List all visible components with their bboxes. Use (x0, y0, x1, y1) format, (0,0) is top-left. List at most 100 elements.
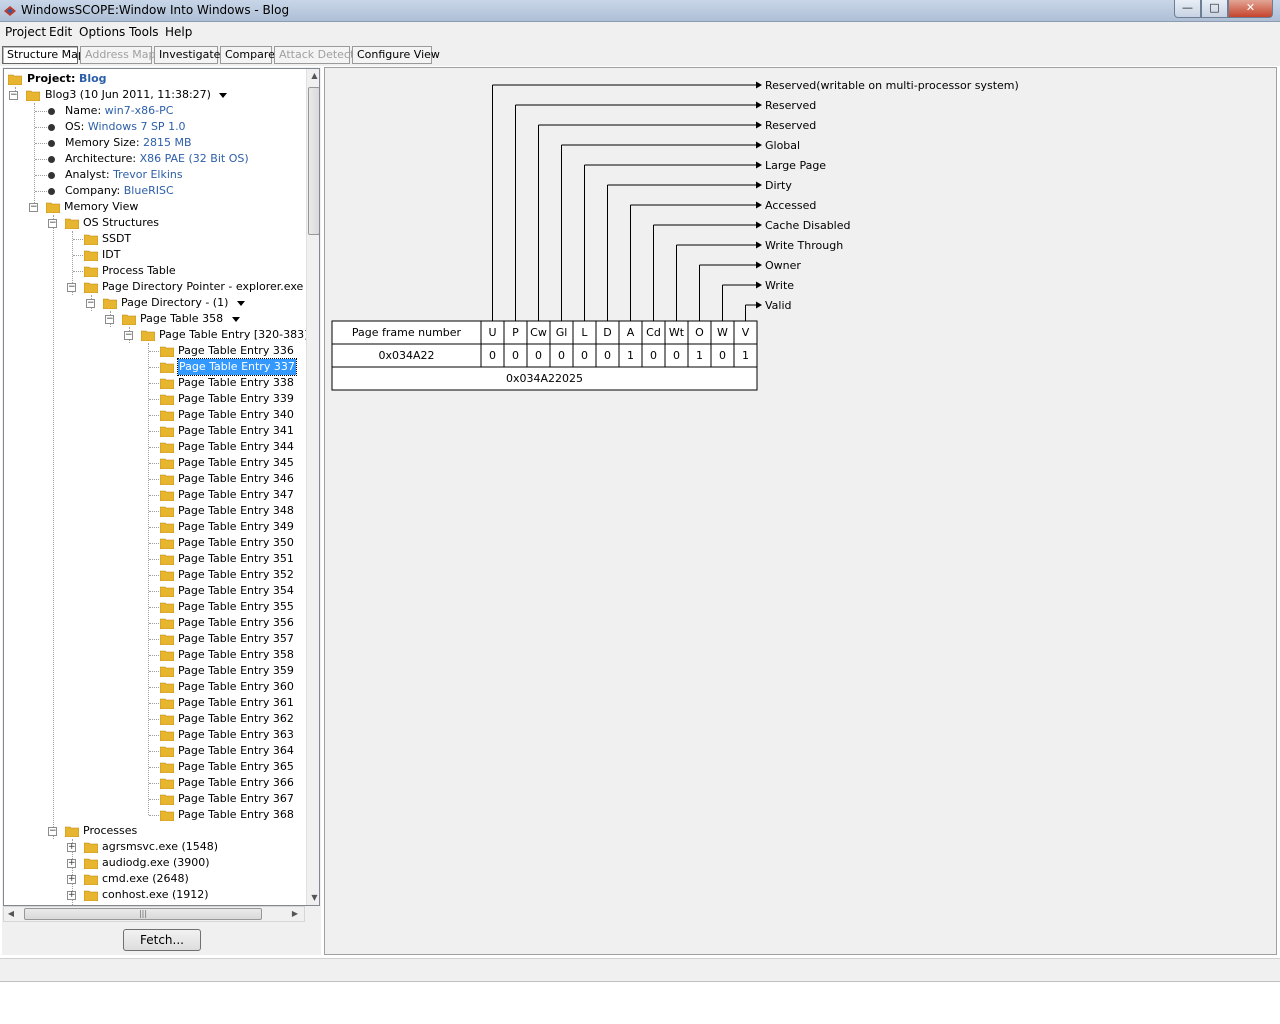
tree-node-property[interactable]: Architecture: X86 PAE (32 Bit OS) (48, 151, 249, 167)
tree-node-processes[interactable]: − Processes (48, 823, 137, 839)
expand-toggle-icon[interactable]: + (67, 859, 76, 868)
property-label: Company: (65, 184, 121, 197)
tab-configure-view[interactable]: Configure View (352, 46, 440, 64)
tree-node-pte[interactable]: Page Table Entry 345 (143, 455, 294, 471)
tree-node-page-directory-pointer[interactable]: − Page Directory Pointer - explorer.exe … (67, 279, 306, 295)
scroll-right-icon[interactable]: ▶ (288, 909, 302, 918)
tab-compare[interactable]: Compare (220, 46, 275, 64)
collapse-toggle-icon[interactable]: − (105, 315, 114, 324)
expand-toggle-icon[interactable]: + (67, 891, 76, 900)
expand-toggle-icon[interactable]: + (67, 875, 76, 884)
tree-node-pte[interactable]: Page Table Entry 367 (143, 791, 294, 807)
tab-address-map[interactable]: Address Map (80, 46, 156, 64)
tree-node-pte[interactable]: Page Table Entry 356 (143, 615, 294, 631)
folder-icon (160, 538, 174, 549)
tree-node-pte[interactable]: Page Table Entry 360 (143, 679, 294, 695)
scroll-left-icon[interactable]: ◀ (4, 909, 18, 918)
tree-node-pte[interactable]: Page Table Entry 352 (143, 567, 294, 583)
pte-label: Page Table Entry 350 (178, 536, 294, 549)
menu-help[interactable]: Help (165, 25, 192, 39)
tree-node-property[interactable]: Memory Size: 2815 MB (48, 135, 192, 151)
menu-options[interactable]: Options (79, 25, 125, 39)
tree-horizontal-scrollbar[interactable]: ◀ ||| ▶ (3, 906, 305, 922)
tree-node-property[interactable]: OS: Windows 7 SP 1.0 (48, 119, 186, 135)
tree-node-pte[interactable]: Page Table Entry 344 (143, 439, 294, 455)
tree-node-pte[interactable]: Page Table Entry 346 (143, 471, 294, 487)
dropdown-arrow-icon[interactable] (231, 316, 240, 322)
maximize-button[interactable]: □ (1201, 0, 1228, 18)
tree-node-process[interactable]: + conhost.exe (1912) (67, 887, 209, 903)
tree-node-page-directory[interactable]: − Page Directory - (1) (86, 295, 245, 311)
tree-node-pte[interactable]: Page Table Entry 347 (143, 487, 294, 503)
tree-node-os-child[interactable]: SSDT (67, 231, 131, 247)
folder-icon (84, 842, 98, 853)
tab-attack-detect[interactable]: Attack Detect (274, 46, 354, 64)
tree-node-pte[interactable]: Page Table Entry 364 (143, 743, 294, 759)
menu-tools[interactable]: Tools (129, 25, 159, 39)
scroll-down-icon[interactable]: ▼ (307, 893, 319, 902)
tree-node-memory-view[interactable]: − Memory View (29, 199, 138, 215)
scroll-up-icon[interactable]: ▲ (307, 71, 319, 80)
tree-node-pte[interactable]: Page Table Entry 339 (143, 391, 294, 407)
collapse-toggle-icon[interactable]: − (86, 299, 95, 308)
tree-node-pte[interactable]: Page Table Entry 351 (143, 551, 294, 567)
collapse-toggle-icon[interactable]: − (9, 91, 18, 100)
tree-node-pte[interactable]: Page Table Entry 362 (143, 711, 294, 727)
menu-edit[interactable]: Edit (49, 25, 72, 39)
tree-node-property[interactable]: Company: BlueRISC (48, 183, 174, 199)
fetch-button[interactable]: Fetch... (123, 929, 201, 951)
tree-node-pte[interactable]: Page Table Entry 355 (143, 599, 294, 615)
tree-node-pte[interactable]: Page Table Entry 349 (143, 519, 294, 535)
dropdown-arrow-icon[interactable] (219, 92, 228, 98)
bit-value: 0 (650, 349, 657, 362)
tree-node-pte[interactable]: Page Table Entry 348 (143, 503, 294, 519)
close-button[interactable]: ✕ (1228, 0, 1273, 18)
tree-node-property[interactable]: Name: win7-x86-PC (48, 103, 173, 119)
tree-node-pte[interactable]: Page Table Entry 354 (143, 583, 294, 599)
collapse-toggle-icon[interactable]: − (48, 219, 57, 228)
expand-toggle-icon[interactable]: + (67, 843, 76, 852)
minimize-button[interactable]: — (1174, 0, 1201, 18)
tree-node-project[interactable]: Project: Blog (8, 71, 107, 87)
tree-node-pte[interactable]: Page Table Entry 350 (143, 535, 294, 551)
collapse-toggle-icon[interactable]: − (67, 283, 76, 292)
tree-node-pte-selected[interactable]: Page Table Entry 337 (143, 358, 297, 376)
tree-node-pte[interactable]: Page Table Entry 361 (143, 695, 294, 711)
tree-node-pte[interactable]: Page Table Entry 358 (143, 647, 294, 663)
tree-node-pte[interactable]: Page Table Entry 363 (143, 727, 294, 743)
pte-detail-panel: Page frame number 0x034A22 0x034A22025 U 0 P 0… (324, 67, 1277, 955)
tree-node-pte[interactable]: Page Table Entry 357 (143, 631, 294, 647)
tree-node-pte[interactable]: Page Table Entry 365 (143, 759, 294, 775)
tab-structure-map[interactable]: Structure Map (2, 46, 85, 64)
frame-header: Page frame number (352, 326, 462, 339)
tree-node-snapshot[interactable]: − Blog3 (10 Jun 2011, 11:38:27) (9, 87, 228, 103)
tree-node-process[interactable]: + audiodg.exe (3900) (67, 855, 210, 871)
tree-node-process[interactable]: + cmd.exe (2648) (67, 871, 189, 887)
tree-node-pte[interactable]: Page Table Entry 368 (143, 807, 294, 823)
menu-project[interactable]: Project (5, 25, 46, 39)
tree-node-pte[interactable]: Page Table Entry 336 (143, 343, 294, 359)
scroll-thumb[interactable]: ||| (24, 908, 262, 920)
folder-icon (160, 458, 174, 469)
folder-icon (103, 298, 117, 309)
tree-node-pte[interactable]: Page Table Entry 338 (143, 375, 294, 391)
tree-node-property[interactable]: Analyst: Trevor Elkins (48, 167, 183, 183)
collapse-toggle-icon[interactable]: − (124, 331, 133, 340)
tree-node-pte[interactable]: Page Table Entry 341 (143, 423, 294, 439)
tree-node-pte[interactable]: Page Table Entry 340 (143, 407, 294, 423)
tree-node-pte-range[interactable]: − Page Table Entry [320-383] (124, 327, 306, 343)
folder-icon (160, 666, 174, 677)
tree-node-pte[interactable]: Page Table Entry 359 (143, 663, 294, 679)
dropdown-arrow-icon[interactable] (236, 300, 245, 306)
tree-node-os-structures[interactable]: − OS Structures (48, 215, 159, 231)
tree-node-os-child[interactable]: IDT (67, 247, 120, 263)
tree-vertical-scrollbar[interactable]: ▲ ▼ (306, 69, 319, 905)
collapse-toggle-icon[interactable]: − (29, 203, 38, 212)
tree-node-pte[interactable]: Page Table Entry 366 (143, 775, 294, 791)
tab-investigate[interactable]: Investigate (154, 46, 220, 64)
tree-node-process[interactable]: + agrsmsvc.exe (1548) (67, 839, 218, 855)
scroll-thumb[interactable] (308, 87, 319, 235)
tree-node-page-table[interactable]: − Page Table 358 (105, 311, 240, 327)
tree-node-os-child[interactable]: Process Table (67, 263, 176, 279)
collapse-toggle-icon[interactable]: − (48, 827, 57, 836)
